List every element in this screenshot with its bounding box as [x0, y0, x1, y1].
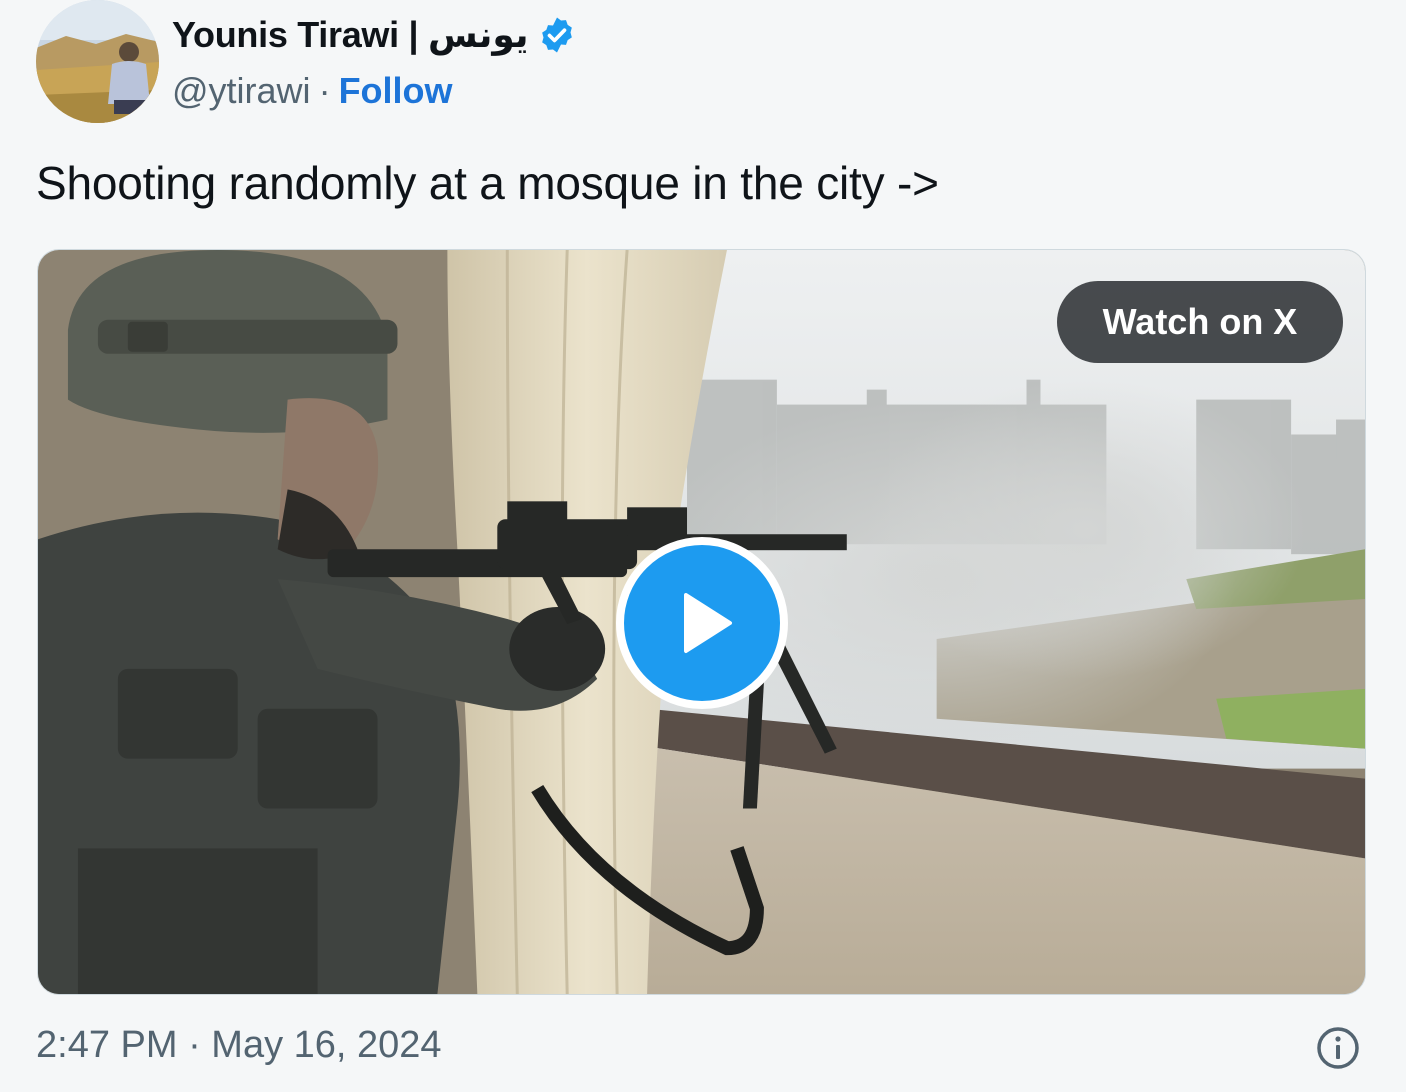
play-icon — [684, 593, 732, 653]
verified-badge-icon — [537, 15, 577, 55]
follow-button[interactable]: Follow — [339, 70, 453, 112]
separator-dot: · — [318, 70, 331, 111]
author-handle[interactable]: @ytirawi — [172, 70, 311, 112]
avatar-image — [36, 0, 159, 123]
author-display-name[interactable]: Younis Tirawi | يونس — [172, 14, 529, 56]
avatar[interactable] — [36, 0, 159, 123]
tweet-timestamp[interactable]: 2:47 PM · May 16, 2024 — [36, 1024, 442, 1067]
watch-on-x-button[interactable]: Watch on X — [1057, 281, 1343, 363]
author-name-row: Younis Tirawi | يونس — [172, 12, 577, 58]
play-button[interactable] — [616, 537, 788, 709]
author-handle-row: @ytirawi · Follow — [172, 68, 453, 114]
video-thumbnail[interactable]: Watch on X — [37, 249, 1366, 995]
info-icon[interactable] — [1314, 1024, 1362, 1072]
tweet-card: Younis Tirawi | يونس @ytirawi · Follow S… — [0, 0, 1406, 1092]
tweet-text: Shooting randomly at a mosque in the cit… — [36, 157, 939, 209]
